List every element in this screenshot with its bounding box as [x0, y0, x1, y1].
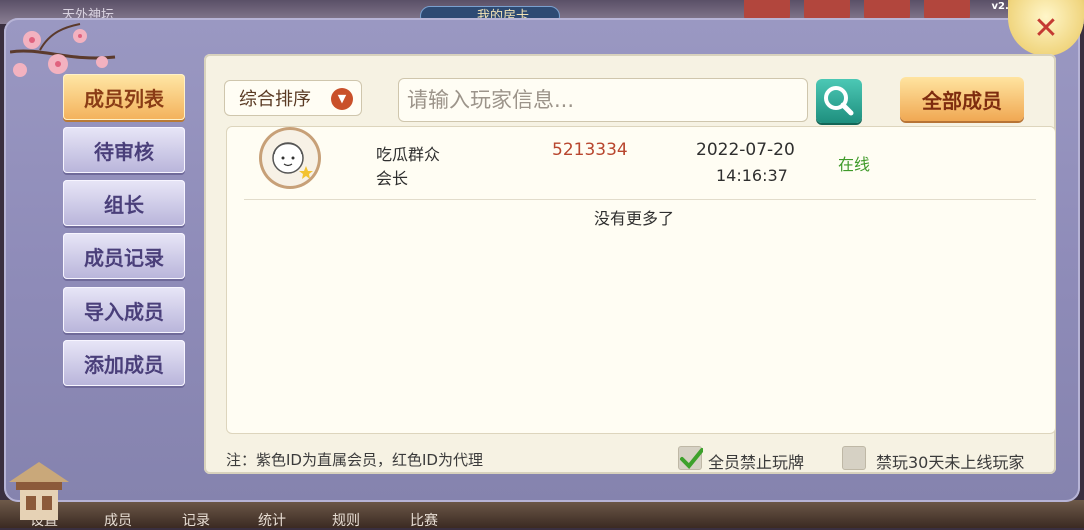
ban-all-checkbox[interactable]: [678, 446, 704, 470]
member-list: [226, 126, 1056, 434]
chevron-down-icon: ▼: [331, 88, 353, 110]
search-input[interactable]: [398, 78, 808, 122]
row-divider: [244, 199, 1036, 200]
close-button[interactable]: ✕: [1008, 0, 1084, 56]
bottom-tab-members[interactable]: 成员: [104, 510, 132, 530]
sidebar-item-member-list[interactable]: 成员列表: [63, 74, 185, 120]
avatar: [262, 130, 318, 186]
member-join-date: 2022-07-20: [696, 140, 795, 160]
member-role: 会长: [376, 169, 409, 188]
bottom-tab-match[interactable]: 比赛: [410, 510, 438, 530]
search-button[interactable]: [816, 79, 862, 123]
sidebar-item-pending-review[interactable]: 待审核: [63, 127, 185, 173]
checkmark-icon: [680, 448, 704, 469]
sort-label: 综合排序: [239, 89, 311, 110]
sidebar-item-add-member[interactable]: 添加成员: [63, 340, 185, 386]
member-status: 在线: [838, 155, 871, 174]
bottom-tab-rules[interactable]: 规则: [332, 510, 360, 530]
pavilion-decoration: [9, 462, 69, 520]
ban-inactive-checkbox[interactable]: [842, 446, 866, 470]
ban-inactive-label: 禁玩30天未上线玩家: [876, 453, 1025, 472]
sidebar-item-member-records[interactable]: 成员记录: [63, 233, 185, 279]
bottom-tab-stats[interactable]: 统计: [258, 510, 286, 530]
bottom-tab-records[interactable]: 记录: [182, 510, 210, 530]
member-name: 吃瓜群众: [376, 145, 441, 164]
all-members-button[interactable]: 全部成员: [900, 77, 1024, 121]
list-end-text: 没有更多了: [594, 209, 675, 228]
close-icon: ✕: [1033, 10, 1059, 46]
member-join-time: 14:16:37: [716, 166, 788, 185]
sort-dropdown[interactable]: 综合排序 ▼: [224, 80, 362, 116]
ban-all-label: 全员禁止玩牌: [708, 453, 805, 472]
sidebar-item-group-leader[interactable]: 组长: [63, 180, 185, 226]
background-bottom-bar: 设置 成员 记录 统计 规则 比赛: [0, 500, 1084, 530]
avatar-icon: [272, 142, 313, 179]
member-id: 5213334: [552, 140, 628, 160]
search-icon: [824, 86, 854, 116]
id-color-note: 注：紫色ID为直属会员，红色ID为代理: [226, 451, 483, 469]
sidebar-item-import-members[interactable]: 导入成员: [63, 287, 185, 333]
